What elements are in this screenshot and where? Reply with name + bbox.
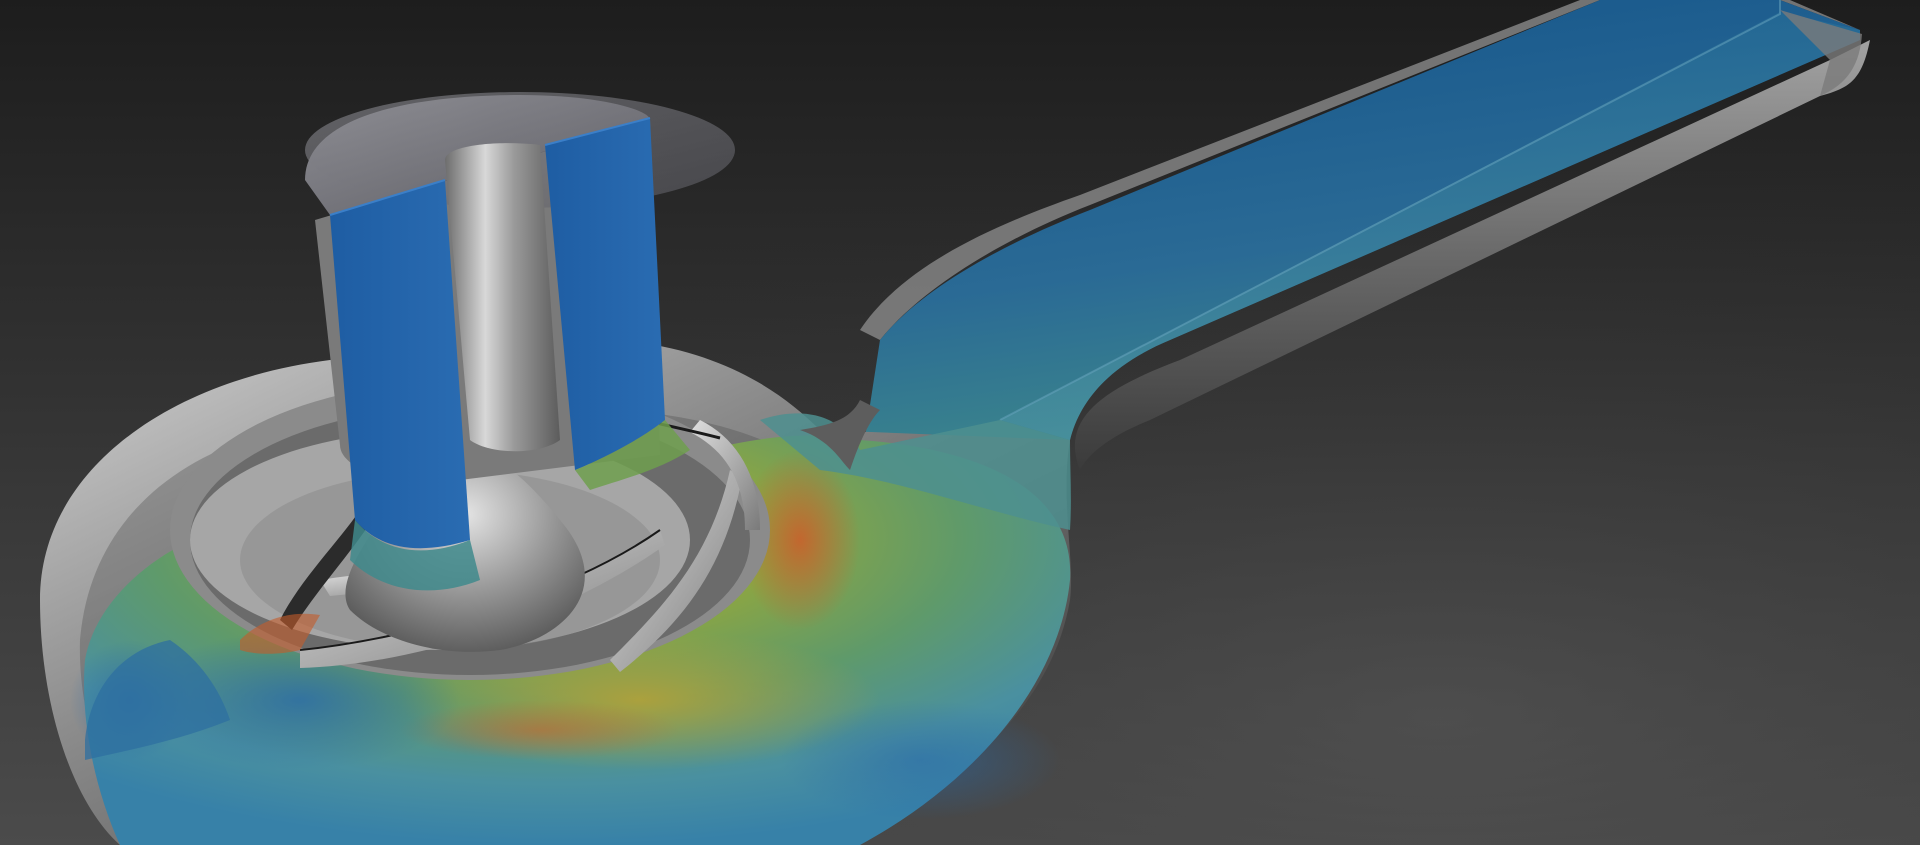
render-viewport <box>0 0 1920 845</box>
cfd-render <box>0 0 1920 845</box>
